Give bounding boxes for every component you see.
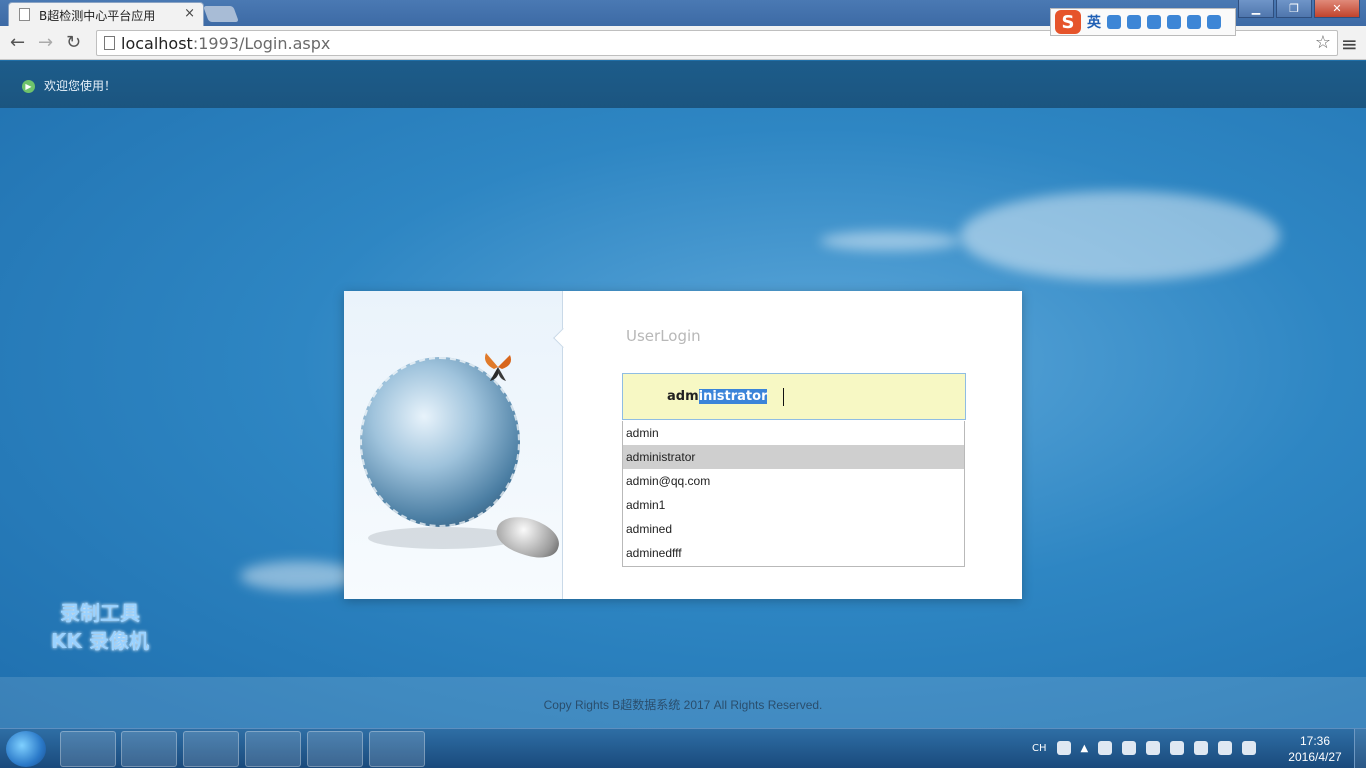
punctuation-icon[interactable] — [1127, 15, 1141, 29]
tray-icon[interactable] — [1122, 741, 1137, 755]
ime-toolbar: S 英 — [1050, 8, 1236, 36]
suggestion-item[interactable]: admined — [623, 517, 964, 541]
suggestion-item[interactable]: adminedfff — [623, 541, 964, 565]
ime-language[interactable]: 英 — [1087, 12, 1101, 32]
bookmark-star-icon[interactable]: ☆ — [1315, 32, 1331, 53]
sogou-icon[interactable]: S — [1055, 10, 1081, 34]
recorder-watermark: 录制工具 KK 录像机 — [51, 601, 149, 653]
suggestion-item[interactable]: admin — [623, 421, 964, 445]
tray-icon[interactable] — [1146, 741, 1161, 755]
autocomplete-selection: inistrator — [698, 389, 768, 404]
computer-mouse-image — [492, 509, 564, 565]
moon-icon[interactable] — [1107, 15, 1121, 29]
windows-taskbar: CH ▲ 17:36 2016/4/27 — [0, 728, 1366, 768]
login-page: ▶ 欢迎您使用！ UserLogin administrator admin a… — [0, 61, 1366, 728]
recorder-taskbar-icon[interactable] — [369, 731, 425, 767]
visual-studio-taskbar-icon[interactable] — [245, 731, 301, 767]
tray-icon[interactable] — [1098, 741, 1113, 755]
page-icon — [19, 8, 30, 21]
cloud-decoration — [960, 191, 1280, 281]
back-icon[interactable]: ← — [10, 32, 25, 53]
snipping-tool-taskbar-icon[interactable] — [307, 731, 363, 767]
explorer-taskbar-icon[interactable] — [121, 731, 177, 767]
skin-icon[interactable] — [1187, 15, 1201, 29]
suggestion-item[interactable]: admin1 — [623, 493, 964, 517]
url-text[interactable]: localhost:1993/Login.aspx — [121, 34, 330, 53]
welcome-text: 欢迎您使用！ — [44, 79, 117, 93]
input-language[interactable]: CH — [1032, 743, 1047, 754]
netease-music-taskbar-icon[interactable] — [183, 731, 239, 767]
page-footer: Copy Rights B超数据系统 2017 All Rights Reser… — [0, 677, 1366, 728]
login-illustration — [344, 291, 564, 599]
show-hidden-icons[interactable]: ▲ — [1081, 743, 1089, 754]
autocomplete-dropdown: admin administrator admin@qq.com admin1 … — [622, 421, 965, 567]
cloud-decoration — [820, 231, 960, 251]
chrome-menu-icon[interactable]: ≡ — [1341, 32, 1358, 56]
user-icon[interactable] — [1167, 15, 1181, 29]
tray-icon[interactable] — [1170, 741, 1185, 755]
reload-icon[interactable]: ↻ — [66, 32, 81, 53]
wrench-icon[interactable] — [1207, 15, 1221, 29]
username-input[interactable]: administrator — [622, 373, 966, 420]
clock[interactable]: 17:36 2016/4/27 — [1280, 733, 1350, 765]
text-cursor — [783, 388, 791, 406]
tab-close-icon[interactable]: × — [184, 6, 195, 21]
system-tray: CH ▲ — [1032, 741, 1257, 755]
minimize-button[interactable]: ▁ — [1238, 0, 1274, 18]
start-button[interactable] — [6, 731, 46, 767]
browser-tab[interactable]: B超检测中心平台应用 × — [8, 2, 204, 26]
network-icon[interactable] — [1218, 741, 1233, 755]
maximize-button[interactable]: ❐ — [1276, 0, 1312, 18]
keyboard-icon[interactable] — [1147, 15, 1161, 29]
suggestion-item-selected[interactable]: administrator — [623, 445, 964, 469]
new-tab-button[interactable] — [203, 6, 239, 22]
login-panel: UserLogin administrator admin administra… — [344, 291, 1022, 599]
play-icon: ▶ — [22, 80, 35, 93]
butterfly-icon — [485, 353, 511, 381]
show-desktop-button[interactable] — [1354, 729, 1366, 768]
top-banner: ▶ 欢迎您使用！ — [0, 61, 1366, 108]
sogou-tray-icon[interactable] — [1056, 741, 1071, 755]
volume-icon[interactable] — [1194, 741, 1209, 755]
cloud-decoration — [240, 561, 360, 591]
copyright-text: Copy Rights B超数据系统 2017 All Rights Reser… — [543, 698, 823, 712]
username-value[interactable]: administrator — [667, 389, 768, 404]
chrome-taskbar-icon[interactable] — [60, 731, 116, 767]
page-icon — [104, 36, 115, 50]
tab-title: B超检测中心平台应用 — [39, 9, 156, 23]
window-controls: ▁ ❐ ✕ — [1238, 0, 1360, 18]
close-window-button[interactable]: ✕ — [1314, 0, 1360, 18]
action-center-icon[interactable] — [1242, 741, 1257, 755]
suggestion-item[interactable]: admin@qq.com — [623, 469, 964, 493]
forward-icon[interactable]: → — [38, 32, 53, 53]
login-title: UserLogin — [626, 327, 701, 345]
